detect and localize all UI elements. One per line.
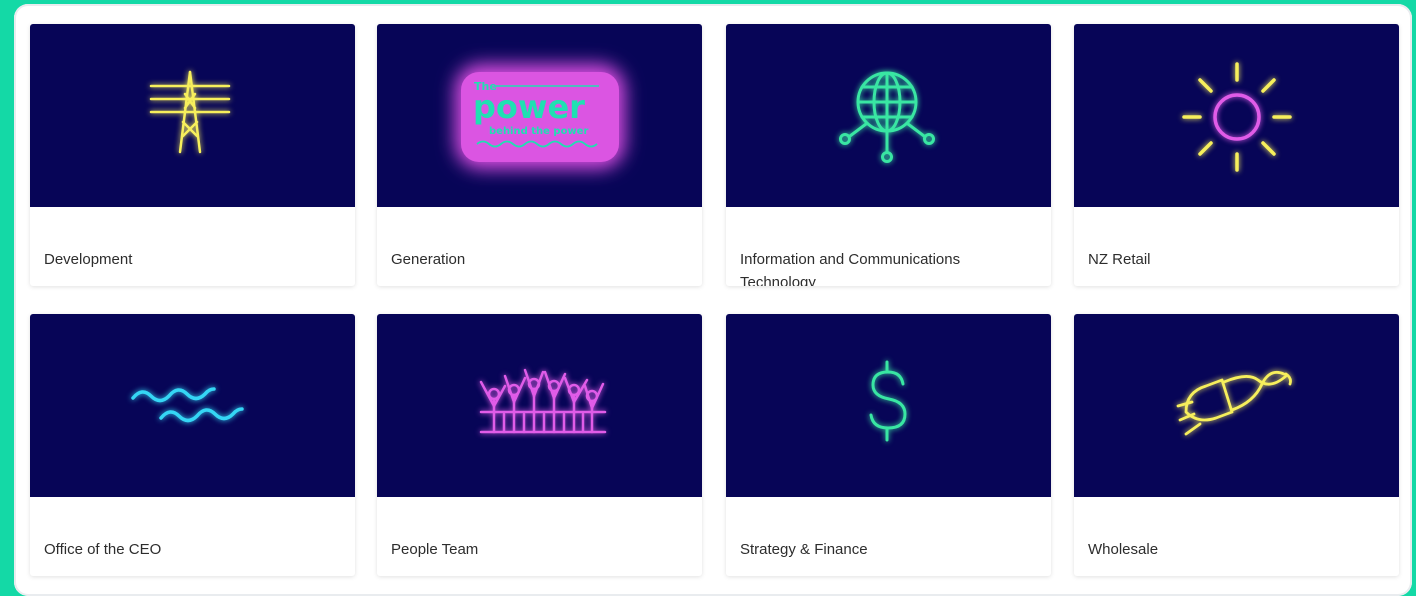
- tile-label: Office of the CEO: [44, 541, 162, 558]
- logo-tagline-text: behind the power: [489, 126, 588, 137]
- tile-label: Information and Communications Technolog…: [740, 251, 961, 286]
- power-behind-the-power-logo: The power behind the power: [455, 64, 625, 169]
- globe-network-icon: [839, 71, 935, 163]
- dollar-sign-icon: [869, 360, 907, 442]
- tile-label: Generation: [391, 251, 466, 268]
- tile-image: The power behind the power: [377, 24, 702, 207]
- tile-label: Strategy & Finance: [740, 541, 868, 558]
- power-pylon-icon: [149, 70, 231, 154]
- sun-icon: [1182, 62, 1292, 172]
- tile-image: [1074, 24, 1399, 207]
- tile-office-of-the-ceo[interactable]: Office of the CEO: [30, 314, 355, 576]
- logo-power-text: power: [473, 88, 585, 126]
- waves-icon: [131, 387, 244, 423]
- people-crowd-icon: [479, 368, 607, 434]
- tile-image: [30, 314, 355, 497]
- tile-generation[interactable]: The power behind the power Generation: [377, 24, 702, 286]
- tile-image: [726, 24, 1051, 207]
- tile-nz-retail[interactable]: NZ Retail: [1074, 24, 1399, 286]
- tile-image: [1074, 314, 1399, 497]
- power-plug-icon: [1176, 370, 1292, 436]
- tile-strategy-and-finance[interactable]: Strategy & Finance: [726, 314, 1051, 576]
- tile-wholesale[interactable]: Wholesale: [1074, 314, 1399, 576]
- tile-information-and-communications-technology[interactable]: Information and Communications Technolog…: [726, 24, 1051, 286]
- tile-label: Development: [44, 251, 133, 268]
- tile-label: NZ Retail: [1088, 251, 1151, 268]
- tile-image: [30, 24, 355, 207]
- tile-image: [726, 314, 1051, 497]
- tile-people-team[interactable]: People Team: [377, 314, 702, 576]
- tile-label: Wholesale: [1088, 541, 1159, 558]
- tile-label: People Team: [391, 541, 479, 558]
- tile-image: [377, 314, 702, 497]
- tile-development[interactable]: Development: [30, 24, 355, 286]
